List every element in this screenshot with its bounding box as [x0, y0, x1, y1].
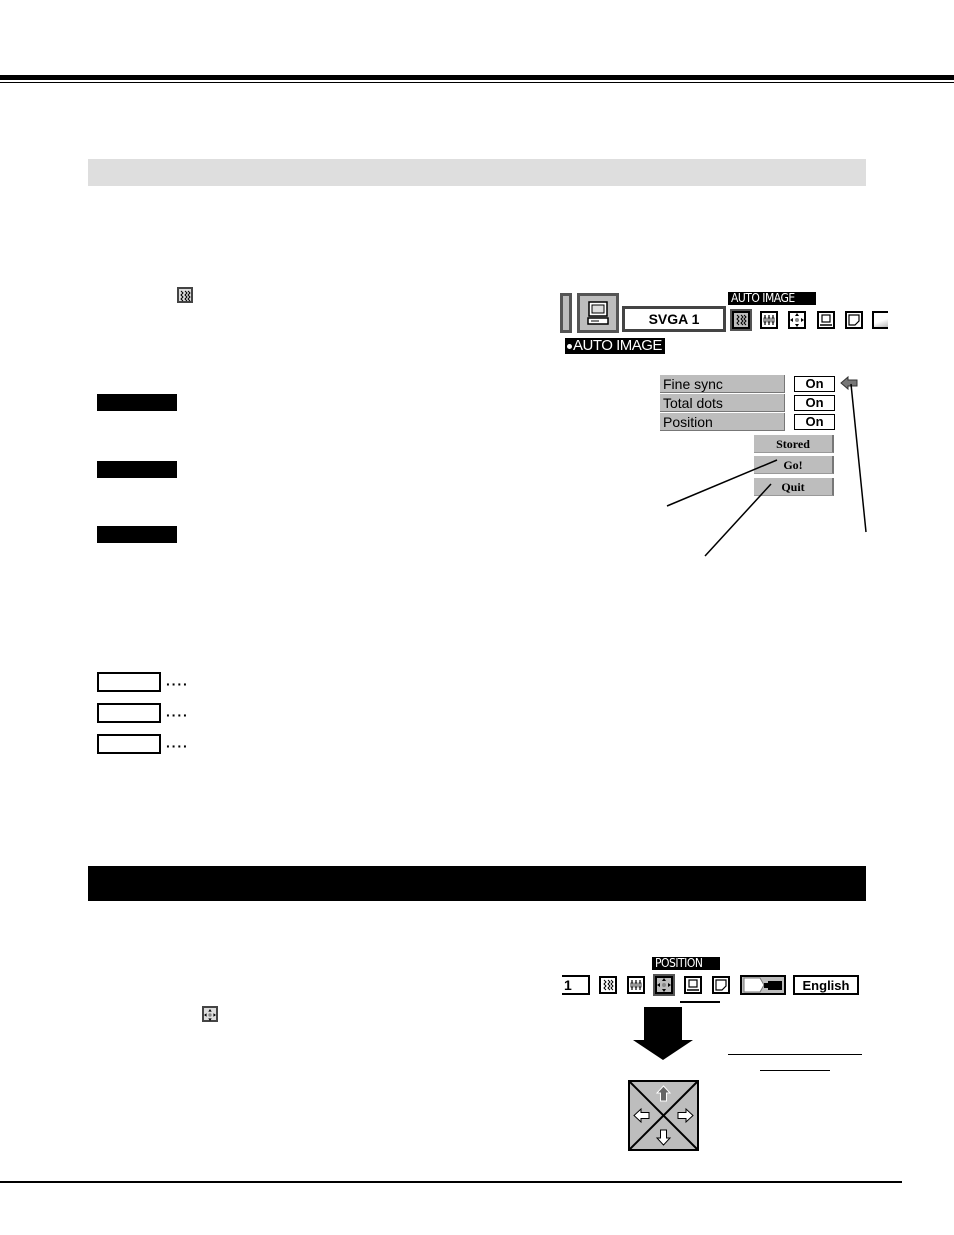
arrow-left-icon[interactable]	[633, 1107, 650, 1124]
position-dpad[interactable]	[628, 1080, 699, 1151]
source-label-fragment: 1	[562, 975, 590, 995]
arrow-down-icon	[632, 1007, 694, 1066]
annotation-rule-2	[760, 1070, 830, 1071]
arrow-right-icon[interactable]	[677, 1107, 694, 1124]
callout-go	[666, 459, 778, 507]
position-menu-title: POSITION	[652, 957, 720, 970]
legend-leader-2: ····	[166, 707, 189, 723]
selection-underline	[680, 1001, 720, 1003]
position-icon	[202, 1006, 218, 1022]
section-title-band	[88, 866, 866, 901]
legend-leader-3: ····	[166, 738, 189, 754]
language-label[interactable]: English	[793, 975, 859, 995]
position-icon[interactable]	[653, 974, 675, 996]
legend-box-3	[97, 734, 161, 754]
callout-lines	[666, 383, 867, 557]
callout-quit	[704, 483, 772, 557]
footer-rule	[0, 1181, 902, 1183]
total-dots-icon[interactable]	[627, 976, 645, 994]
arrow-up-icon[interactable]	[655, 1085, 672, 1102]
callout-arrow	[850, 383, 867, 533]
legend-box-2	[97, 703, 161, 723]
setting-icon[interactable]	[740, 975, 786, 995]
annotation-rule-1	[728, 1054, 862, 1055]
legend-box-1	[97, 672, 161, 692]
legend-leader-1: ····	[166, 676, 189, 692]
image-level-icon[interactable]	[684, 976, 702, 994]
fine-sync-icon[interactable]	[599, 976, 617, 994]
arrow-down-icon[interactable]	[655, 1129, 672, 1146]
screen-icon[interactable]	[712, 976, 730, 994]
